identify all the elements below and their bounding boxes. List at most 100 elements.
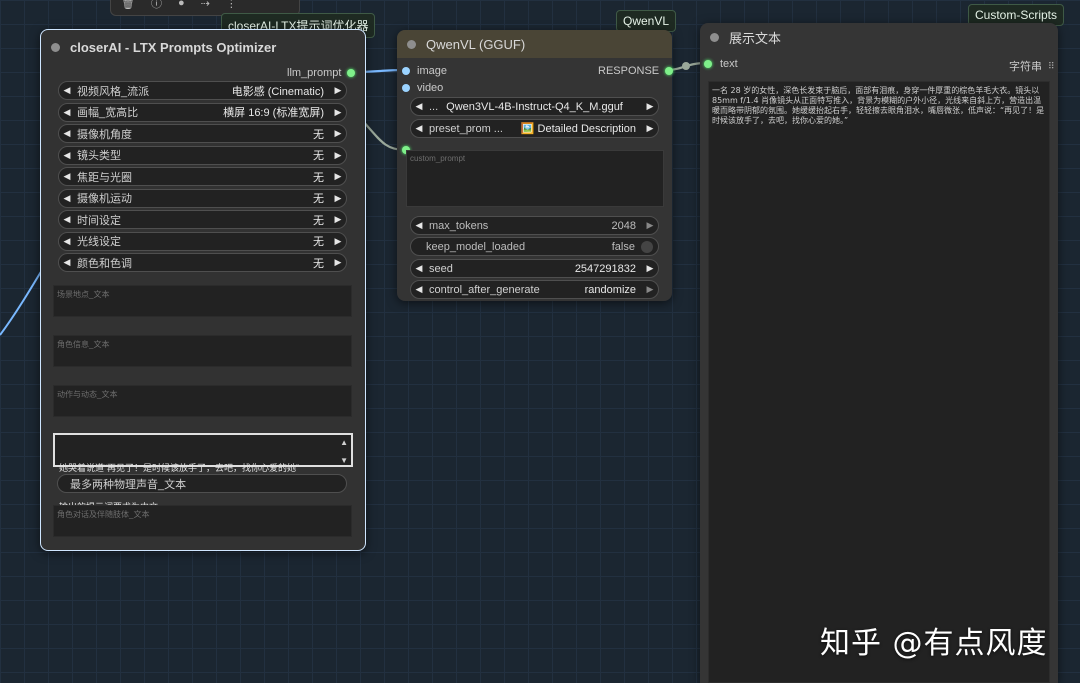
seed-label: seed [429,262,453,275]
collapse-dot-icon[interactable] [710,32,719,42]
color-icon[interactable]: ● [178,0,185,9]
max-tokens-label: max_tokens [429,219,489,232]
arrow-right-icon[interactable]: ▶ [330,193,346,204]
input-connector-icon[interactable] [704,60,712,68]
output-type-label: 字符串 [1009,61,1042,73]
node-title: 展示文本 [729,30,782,46]
arrow-left-icon[interactable]: ◀ [411,263,427,274]
arrow-right-icon[interactable]: ▶ [330,107,346,118]
seed-stepper[interactable]: ◀ seed 2547291832 ▶ [410,259,659,278]
keep-model-loaded-toggle[interactable]: keep_model_loaded false [410,237,659,256]
node-title-bar[interactable]: 展示文本 [700,23,1058,51]
combo-widget[interactable]: ◀ 摄像机角度 无 ▶ [58,124,347,143]
trash-icon[interactable]: 🗑 [121,0,135,10]
output-slot-string[interactable]: 字符串 ⠿ [1009,58,1055,74]
scroll-down-icon[interactable]: ▼ [340,454,348,467]
zhihu-watermark: 知乎 @有点风度 [820,626,1048,661]
arrow-right-icon[interactable]: ▶ [642,123,658,134]
output-connector-icon[interactable] [347,69,356,77]
arrow-left-icon[interactable]: ◀ [411,284,427,295]
preset-prompt-select[interactable]: ◀ preset_prom ... 🖼️ Detailed Descriptio… [410,119,659,138]
limb-text-input[interactable]: 角色对话及伴随肢体_文本 [53,505,352,537]
custom-prompt-input[interactable]: custom_prompt [406,150,664,207]
combo-widget[interactable]: ◀ 颜色和色调 无 ▶ [58,253,347,272]
max-tokens-stepper[interactable]: ◀ max_tokens 2048 ▶ [410,216,659,235]
arrow-right-icon[interactable]: ▶ [642,220,658,231]
sound-text-input[interactable]: 最多两种物理声音_文本 [57,474,347,493]
combo-value: 无 [313,128,324,141]
collapse-dot-icon[interactable] [51,42,60,52]
arrow-left-icon[interactable]: ◀ [59,171,75,182]
combo-label: 光线设定 [77,236,121,248]
combo-widget[interactable]: ◀ 视频风格_流派 电影感 (Cinematic) ▶ [58,81,347,100]
arrow-right-icon[interactable]: ▶ [330,171,346,182]
arrow-right-icon[interactable]: ▶ [330,236,346,247]
arrow-left-icon[interactable]: ◀ [59,85,75,96]
grid-handle-icon[interactable]: ⠿ [1048,61,1055,72]
output-slot-llm-prompt[interactable]: llm_prompt [287,67,356,79]
group-tag-qwenvl[interactable]: QwenVL [616,10,677,32]
input-label: image [417,65,447,77]
combo-label: 摄像机运动 [77,193,132,205]
output-label: llm_prompt [287,67,342,79]
scene-text-input[interactable]: 场景地点_文本 [53,285,352,317]
combo-widget[interactable]: ◀ 摄像机运动 无 ▶ [58,188,347,208]
combo-widget[interactable]: ◀ 光线设定 无 ▶ [58,231,347,251]
input-slot-image[interactable]: image [402,65,447,77]
combo-label: 视频风格_流派 [77,85,150,98]
info-icon[interactable]: ⓘ [151,0,162,11]
display-text-content: 一名 28 岁的女性，深色长发束于脑后，面部有泪痕，身穿一件厚重的棕色羊毛大衣。… [712,86,1045,125]
input-connector-icon[interactable] [402,84,410,92]
output-slot-response[interactable]: RESPONSE [598,65,674,77]
more-icon[interactable]: ⋮ [226,0,237,10]
arrow-left-icon[interactable]: ◀ [59,193,75,204]
combo-widget[interactable]: ◀ 时间设定 无 ▶ [58,210,347,229]
keep-loaded-label: keep_model_loaded [426,240,526,253]
combo-widget[interactable]: ◀ 镜头类型 无 ▶ [58,145,347,165]
arrow-right-icon[interactable]: ▶ [330,150,346,161]
node-title-bar[interactable]: closerAI - LTX Prompts Optimizer [41,30,365,64]
arrow-left-icon[interactable]: ◀ [59,107,75,118]
action-text-input[interactable]: 动作与动态_文本 [53,385,352,417]
display-text-area[interactable]: 一名 28 岁的女性，深色长发束于脑后，面部有泪痕，身穿一件厚重的棕色羊毛大衣。… [708,81,1050,683]
bypass-icon[interactable]: ⇢ [201,0,210,10]
combo-widget[interactable]: ◀ 焦距与光圈 无 ▶ [58,167,347,186]
arrow-right-icon[interactable]: ▶ [642,101,658,112]
character-text-input[interactable]: 角色信息_文本 [53,335,352,367]
arrow-right-icon[interactable]: ▶ [642,284,658,295]
arrow-left-icon[interactable]: ◀ [59,214,75,225]
toggle-knob-icon[interactable] [641,240,653,253]
output-connector-icon[interactable] [665,67,674,75]
arrow-right-icon[interactable]: ▶ [330,214,346,225]
control-after-generate-select[interactable]: ◀ control_after_generate randomize ▶ [410,280,659,299]
combo-value: 横屏 16:9 (标准宽屏) [223,107,324,119]
combo-value: 无 [313,236,324,248]
input-slot-text[interactable]: text [704,58,738,70]
arrow-left-icon[interactable]: ◀ [411,123,427,134]
arrow-left-icon[interactable]: ◀ [59,128,75,139]
combo-widget[interactable]: ◀ 画幅_宽高比 横屏 16:9 (标准宽屏) ▶ [58,102,347,122]
arrow-left-icon[interactable]: ◀ [59,257,75,268]
combo-value: 电影感 (Cinematic) [231,85,324,98]
preset-label: preset_prom ... [429,122,503,135]
control-label: control_after_generate [429,283,540,296]
arrow-right-icon[interactable]: ▶ [330,128,346,139]
combo-value: 无 [313,171,324,184]
arrow-right-icon[interactable]: ▶ [642,263,658,274]
dialogue-text-input[interactable]: 她哭着说道“再见了！是时候该放手了，去吧，找你心爱的她” 输出的提示词要求为中文… [53,433,353,512]
collapse-dot-icon[interactable] [407,39,416,49]
arrow-left-icon[interactable]: ◀ [59,236,75,247]
model-select[interactable]: ◀ ... Qwen3VL-4B-Instruct-Q4_K_M.gguf ▶ [410,97,659,116]
arrow-left-icon[interactable]: ◀ [411,101,427,112]
input-slot-video[interactable]: video [402,82,443,94]
preset-value: 🖼️ Detailed Description [520,123,636,135]
arrow-right-icon[interactable]: ▶ [330,85,346,96]
arrow-left-icon[interactable]: ◀ [59,150,75,161]
keep-loaded-value: false [611,240,635,253]
arrow-left-icon[interactable]: ◀ [411,220,427,231]
arrow-right-icon[interactable]: ▶ [330,257,346,268]
node-title-bar[interactable]: QwenVL (GGUF) [397,30,672,58]
seed-value: 2547291832 [574,262,636,275]
scroll-up-icon[interactable]: ▲ [340,436,348,449]
input-connector-icon[interactable] [402,67,410,75]
